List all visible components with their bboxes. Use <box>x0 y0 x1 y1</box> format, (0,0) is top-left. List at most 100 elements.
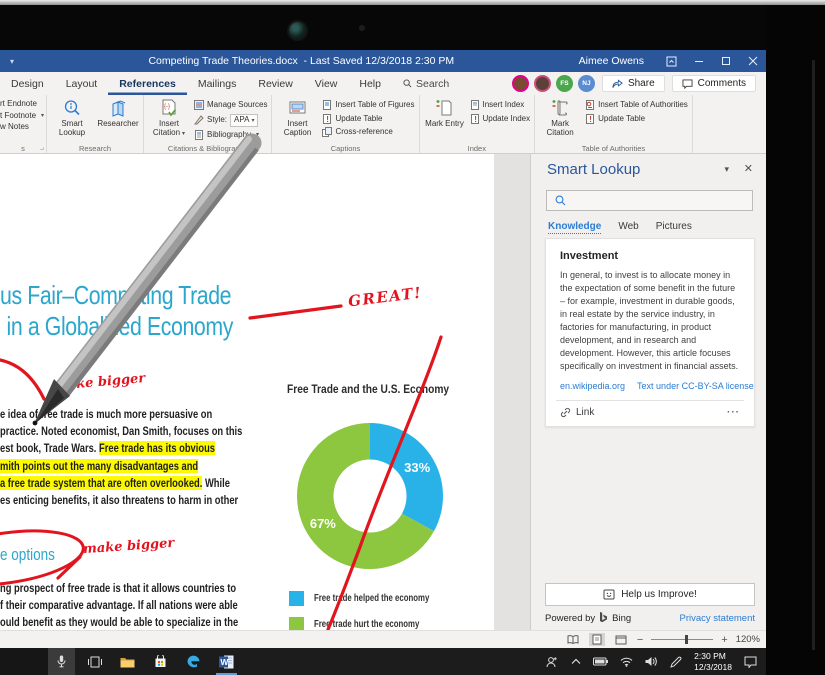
avatar-photo-1[interactable] <box>512 75 529 92</box>
battery-icon[interactable] <box>593 657 608 666</box>
read-mode-icon[interactable] <box>565 633 581 646</box>
insert-table-of-figures-button[interactable]: Insert Table of Figures <box>322 100 414 110</box>
microsoft-store-icon[interactable] <box>147 648 174 675</box>
smart-lookup-button[interactable]: Smart Lookup <box>51 98 93 141</box>
insert-table-of-figures-icon <box>322 100 332 110</box>
web-layout-icon[interactable] <box>613 633 629 646</box>
search-icon <box>403 79 412 88</box>
zoom-level[interactable]: 120% <box>736 634 760 645</box>
insert-index-button[interactable]: Insert Index <box>470 100 531 110</box>
pen-tray-icon[interactable] <box>670 656 682 668</box>
citation-style-selector[interactable]: Style: APA <box>194 114 267 127</box>
print-layout-icon[interactable] <box>589 633 605 646</box>
ribbon-tab-layout[interactable]: Layout <box>55 72 109 95</box>
cross-reference-button[interactable]: Cross-reference <box>322 127 414 137</box>
text-line: ng prospect of free trade is that it all… <box>0 580 238 597</box>
avatar-FS[interactable]: FS <box>556 75 573 92</box>
task-view-icon[interactable] <box>81 648 108 675</box>
word-title-bar: ▾ Competing Trade Theories.docx - Last S… <box>0 50 766 72</box>
file-explorer-icon[interactable] <box>114 648 141 675</box>
donut-slice[interactable] <box>370 423 443 531</box>
pane-options-caret-icon[interactable]: ▾ <box>724 164 729 175</box>
help-us-improve-button[interactable]: Help us Improve! <box>545 583 755 606</box>
update-index-button[interactable]: ! Update Index <box>470 114 531 124</box>
avatar-photo-2[interactable] <box>534 75 551 92</box>
webcam-icon <box>287 20 308 41</box>
document-page[interactable]: us Fair–Competing Trade in a Globalized … <box>0 154 494 630</box>
ribbon-tab-view[interactable]: View <box>304 72 349 95</box>
ribbon-tab-mailings[interactable]: Mailings <box>187 72 248 95</box>
donut-chart[interactable]: 33%67% <box>291 419 449 577</box>
result-heading: Investment <box>560 250 740 262</box>
pane-tab-pictures[interactable]: Pictures <box>656 221 692 234</box>
share-icon <box>612 79 623 89</box>
avatar-NJ[interactable]: NJ <box>578 75 595 92</box>
update-table-button[interactable]: ! Update Table <box>322 114 414 124</box>
ribbon-tab-help[interactable]: Help <box>348 72 392 95</box>
share-button[interactable]: Share <box>602 75 665 92</box>
ribbon-display-options-icon[interactable] <box>658 50 685 72</box>
zoom-slider[interactable] <box>651 639 713 640</box>
source-link[interactable]: en.wikipedia.org <box>560 381 625 391</box>
smart-lookup-icon <box>63 98 82 119</box>
ribbon-group-citations: {-} Insert Citation Manage Sources Style… <box>144 95 272 153</box>
zoom-out-button[interactable]: − <box>637 634 643 646</box>
restore-button[interactable] <box>712 50 739 72</box>
tray-chevron-icon[interactable] <box>571 658 581 665</box>
zoom-in-button[interactable]: + <box>721 634 727 646</box>
mark-entry-button[interactable]: Mark Entry <box>424 98 466 141</box>
manage-sources-button[interactable]: Manage Sources <box>194 100 267 110</box>
pane-tab-knowledge[interactable]: Knowledge <box>548 221 601 234</box>
smart-lookup-search-box[interactable] <box>546 190 753 211</box>
more-options[interactable]: ··· <box>727 407 740 418</box>
pane-tab-web[interactable]: Web <box>618 221 638 234</box>
close-button[interactable] <box>739 50 766 72</box>
legend-label: Free trade hurt the economy <box>314 617 419 630</box>
ribbon-tab-references[interactable]: References <box>108 72 187 95</box>
style-dropdown[interactable]: APA <box>230 114 258 127</box>
word-app-icon[interactable]: W <box>213 648 240 675</box>
researcher-button[interactable]: Researcher <box>97 98 139 141</box>
wifi-icon[interactable] <box>620 657 633 667</box>
card-divider <box>556 400 744 401</box>
signed-in-user[interactable]: Aimee Owens <box>579 55 644 67</box>
comments-button[interactable]: Comments <box>672 75 756 92</box>
microphone-icon[interactable] <box>48 648 75 675</box>
zoom-slider-thumb[interactable] <box>685 635 688 644</box>
update-table-authorities-button[interactable]: ! Update Table <box>585 114 688 124</box>
ribbon-tab-review[interactable]: Review <box>247 72 303 95</box>
donut-data-label: 33% <box>404 460 430 475</box>
knowledge-result-card: Investment In general, to invest is to a… <box>545 238 755 427</box>
show-notes-button[interactable]: w Notes <box>0 123 44 131</box>
quick-access-caret-icon[interactable]: ▾ <box>0 57 24 66</box>
style-icon <box>194 115 204 125</box>
insert-citation-button[interactable]: {-} Insert Citation <box>148 98 190 141</box>
tell-me-search[interactable]: Search <box>392 72 460 95</box>
device-edge-highlight <box>812 60 815 650</box>
people-icon[interactable] <box>546 656 559 668</box>
privacy-statement-link[interactable]: Privacy statement <box>680 613 756 624</box>
text-line: ould benefit as they would be able to sp… <box>0 614 238 630</box>
device-right-bezel <box>766 5 825 675</box>
windows-desktop: ▾ Competing Trade Theories.docx - Last S… <box>0 50 766 675</box>
license-link[interactable]: Text under CC-BY-SA license <box>637 381 754 391</box>
ribbon-group-index: Mark Entry Insert Index ! Update Index I… <box>420 95 536 153</box>
link-action[interactable]: Link <box>576 407 594 418</box>
dialog-launcher-icon[interactable]: ⌐ <box>40 145 44 152</box>
link-icon <box>560 407 571 418</box>
bibliography-button[interactable]: Bibliography <box>194 130 267 140</box>
taskbar-clock[interactable]: 2:30 PM 12/3/2018 <box>694 651 732 672</box>
insert-table-of-authorities-button[interactable]: Insert Table of Authorities <box>585 100 688 110</box>
ribbon-tab-design[interactable]: Design <box>0 72 55 95</box>
next-footnote-button[interactable]: t Footnote <box>0 112 44 120</box>
mark-citation-button[interactable]: Mark Citation <box>539 98 581 141</box>
action-center-icon[interactable] <box>744 656 757 668</box>
text-line: e idea of free trade is much more persua… <box>0 406 242 423</box>
minimize-button[interactable] <box>685 50 712 72</box>
insert-endnote-button[interactable]: rt Endnote <box>0 100 44 108</box>
search-input[interactable] <box>572 194 726 207</box>
edge-browser-icon[interactable] <box>180 648 207 675</box>
volume-icon[interactable] <box>645 656 658 667</box>
insert-caption-button[interactable]: Insert Caption <box>276 98 318 141</box>
pane-close-icon[interactable]: ✕ <box>744 162 753 175</box>
